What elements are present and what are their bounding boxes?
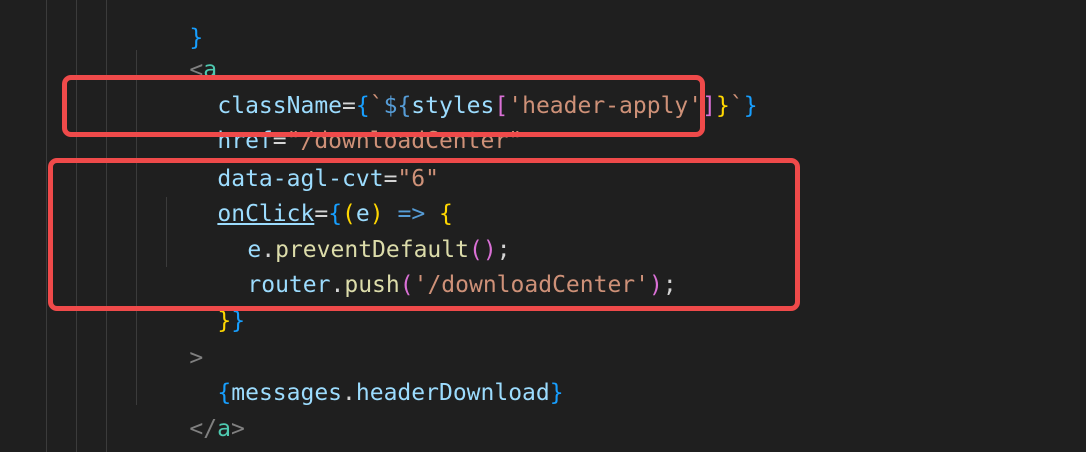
token-tag-open: </ <box>189 416 218 442</box>
token-brace: } <box>549 380 564 406</box>
token-brace: } <box>715 93 730 119</box>
code-line-11: </a> <box>134 375 244 442</box>
token-property: headerDownload <box>355 380 550 406</box>
highlight-box-href <box>62 75 705 137</box>
token-tag-name: a <box>217 416 231 442</box>
token-brace: } <box>743 93 758 119</box>
highlight-box-onclick <box>48 158 800 311</box>
code-line-10: {messages.headerDownload} <box>162 339 563 406</box>
token-backtick: ` <box>729 93 744 119</box>
token-variable: messages <box>231 380 343 406</box>
code-editor[interactable]: } <a className={`${styles['header-apply'… <box>0 0 1086 452</box>
code-line-1: <a <box>134 16 217 83</box>
token-brace: } <box>231 308 246 334</box>
indent-guide <box>46 0 47 452</box>
token-brace: } <box>217 308 232 334</box>
token-tag-close: > <box>230 416 245 442</box>
token-dot: . <box>342 380 356 406</box>
